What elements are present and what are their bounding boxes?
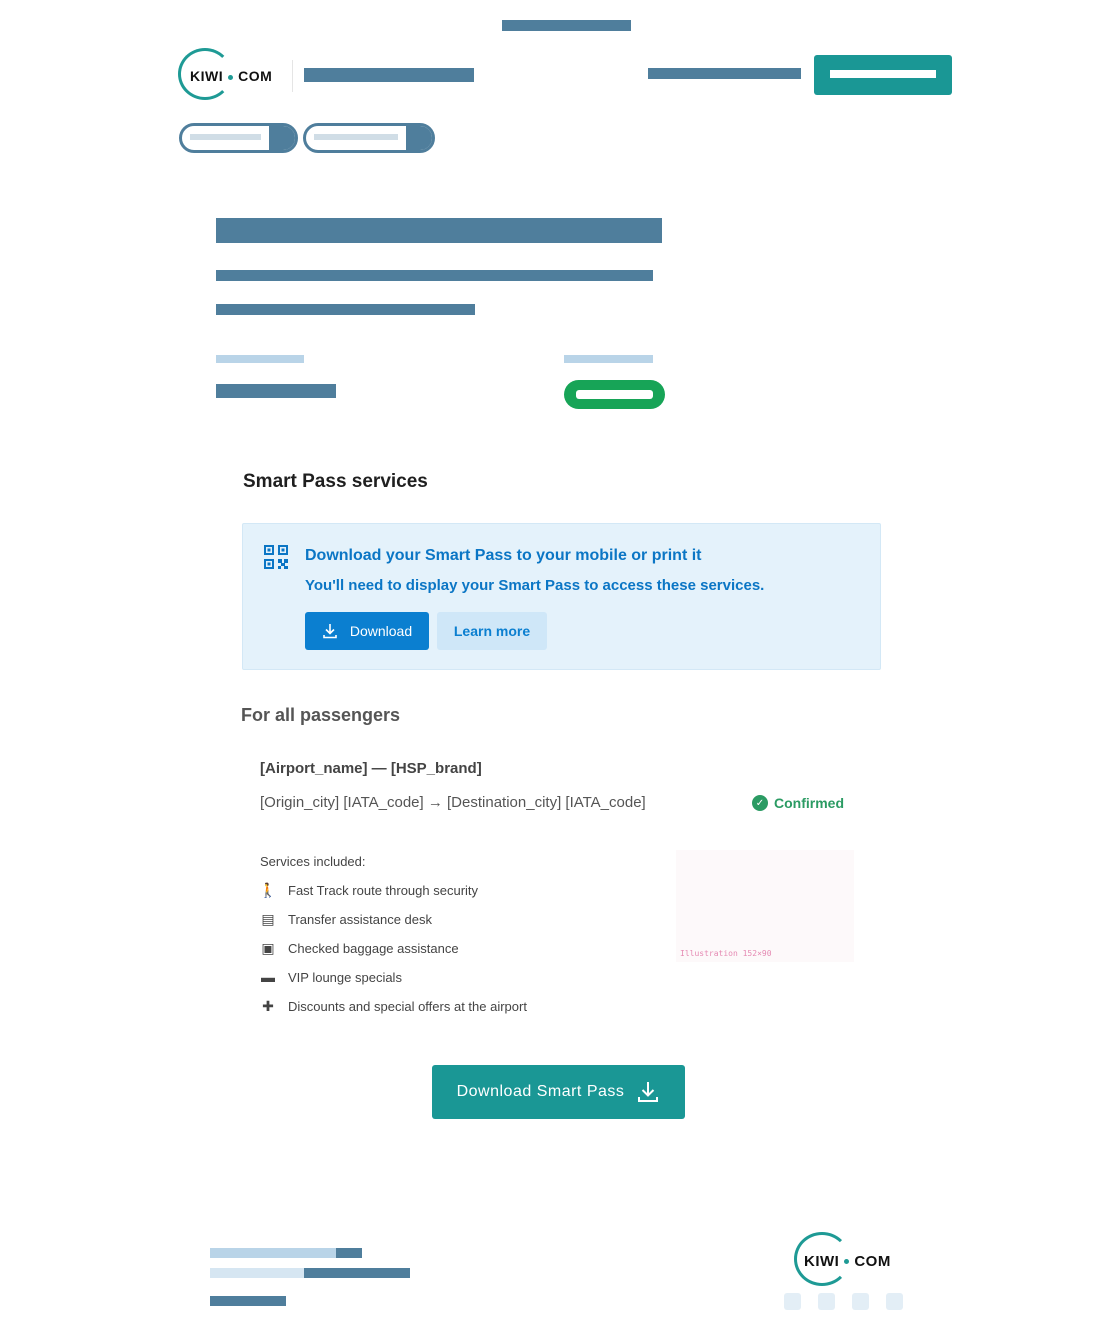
redacted-pill-2[interactable]: [303, 123, 435, 153]
footer-logo-text: KIWI COM: [804, 1253, 891, 1270]
status-pill-inner: [576, 390, 653, 399]
redacted-top-line: [502, 20, 631, 31]
service-label: Checked baggage assistance: [288, 940, 459, 956]
download-icon: [323, 624, 337, 639]
download-icon: [638, 1082, 659, 1102]
smart-pass-info-box: Download your Smart Pass to your mobile …: [242, 523, 881, 670]
qr-code-icon: [264, 545, 288, 569]
social-icon-4[interactable]: [886, 1293, 903, 1310]
pill-1-bar: [190, 134, 261, 140]
smart-pass-section-title: Smart Pass services: [243, 471, 428, 492]
service-item-transfer-desk: ▤ Transfer assistance desk: [260, 911, 432, 927]
logo-brand-right: COM: [238, 68, 273, 84]
header-action-label-redacted: [830, 70, 936, 78]
logo-dot: [228, 74, 234, 80]
gift-icon: ✚: [262, 997, 274, 1014]
redacted-label-left: [216, 355, 304, 363]
download-button-label: Download: [349, 623, 413, 639]
service-item-fast-track: 🚶 Fast Track route through security: [259, 881, 479, 898]
walking-person-icon: 🚶: [259, 881, 277, 898]
confirmed-status: ✓ Confirmed: [752, 795, 844, 811]
illustration-placeholder: [676, 850, 854, 962]
service-item-baggage: ▣ Checked baggage assistance: [260, 939, 459, 956]
desk-icon: ▤: [261, 910, 275, 927]
redacted-header-link[interactable]: [648, 68, 801, 79]
service-item-vip-lounge: ▬ VIP lounge specials: [260, 969, 402, 985]
redacted-footer-line-1: [210, 1248, 336, 1258]
passengers-title: For all passengers: [241, 705, 401, 725]
learn-more-button[interactable]: Learn more: [437, 612, 547, 650]
social-icon-2[interactable]: [818, 1293, 835, 1310]
social-icon-1[interactable]: [784, 1293, 801, 1310]
redacted-paragraph-1: [216, 270, 653, 281]
service-label: VIP lounge specials: [288, 969, 402, 985]
redacted-heading: [216, 218, 662, 243]
check-icon: ✓: [752, 795, 768, 811]
footer-logo-brand-right: COM: [854, 1252, 891, 1270]
service-item-discounts: ✚ Discounts and special offers at the ai…: [260, 998, 527, 1014]
airport-line: [Airport_name] — [HSP_brand]: [260, 760, 482, 777]
social-icon-3[interactable]: [852, 1293, 869, 1310]
baggage-icon: ▣: [261, 939, 275, 956]
redacted-footer-line-2: [210, 1268, 304, 1278]
pill-1-end: [269, 126, 295, 150]
logo-text: KIWI COM: [190, 68, 272, 84]
service-label: Transfer assistance desk: [288, 911, 433, 927]
redacted-footer-line-2b: [304, 1268, 410, 1278]
services-label: Services included:: [260, 854, 366, 869]
redacted-pill-1[interactable]: [179, 123, 298, 153]
header-logo[interactable]: KIWI COM: [178, 48, 288, 102]
lounge-sofa-icon: ▬: [261, 969, 275, 985]
smart-pass-info-subtitle: You'll need to display your Smart Pass t…: [305, 577, 765, 594]
status-pill: [564, 380, 665, 409]
redacted-label-right: [564, 355, 653, 363]
footer-logo-brand-left: KIWI: [804, 1252, 840, 1270]
redacted-footer-line-3: [210, 1296, 286, 1306]
service-label: Fast Track route through security: [288, 882, 479, 898]
download-smart-pass-button[interactable]: Download Smart Pass: [432, 1065, 685, 1119]
logo-brand-left: KIWI: [190, 68, 224, 84]
confirmed-status-label: Confirmed: [774, 795, 844, 811]
route-line: [Origin_city] [IATA_code] → [Destination…: [260, 794, 646, 811]
pill-2-bar: [314, 134, 398, 140]
illustration-label: Illustration 152×90: [680, 949, 772, 958]
download-button[interactable]: Download: [305, 612, 429, 650]
redacted-paragraph-2: [216, 304, 475, 315]
header-action-button[interactable]: [814, 55, 952, 95]
redacted-footer-line-1b: [336, 1248, 362, 1258]
learn-more-button-label: Learn more: [453, 623, 531, 639]
footer-logo-dot: [844, 1259, 850, 1265]
service-label: Discounts and special offers at the airp…: [288, 998, 527, 1014]
footer-logo[interactable]: KIWI COM: [794, 1232, 904, 1286]
smart-pass-info-title: Download your Smart Pass to your mobile …: [305, 547, 702, 564]
pill-2-end: [406, 126, 432, 150]
redacted-value-left: [216, 384, 336, 398]
redacted-header-text: [304, 68, 474, 82]
header-divider: [292, 60, 293, 92]
download-smart-pass-label: Download Smart Pass: [456, 1083, 625, 1100]
